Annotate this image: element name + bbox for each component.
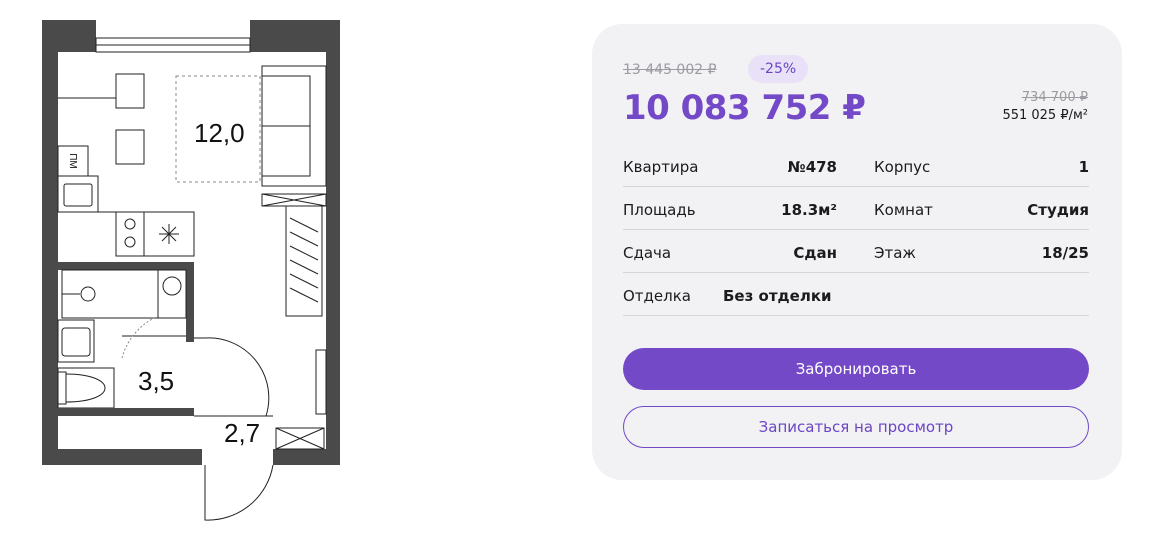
wall-bottom-left xyxy=(42,449,202,465)
offer-card: 13 445 002 ₽ -25% 10 083 752 ₽ 734 700 ₽… xyxy=(592,24,1122,480)
detail-row-finish: Отделка Без отделки xyxy=(623,273,1089,316)
wall-left xyxy=(42,20,58,465)
old-price-per-sqm: 734 700 ₽ xyxy=(1021,90,1088,105)
detail-label: Площадь xyxy=(623,201,696,219)
detail-value: №478 xyxy=(787,158,837,176)
wall-bottom-right xyxy=(273,449,340,465)
room-area-bath: 3,5 xyxy=(138,366,174,396)
schedule-viewing-button[interactable]: Записаться на просмотр xyxy=(623,406,1089,448)
floor-plan-drawing: ПМ 12,0 3,5 2,7 xyxy=(42,20,340,521)
window xyxy=(95,37,251,53)
current-price: 10 083 752 ₽ xyxy=(623,88,866,128)
detail-value: Сдан xyxy=(793,244,837,262)
detail-label: Отделка xyxy=(623,287,691,305)
detail-label: Корпус xyxy=(874,158,931,176)
room-area-hall: 2,7 xyxy=(224,418,260,448)
hall-door-arc xyxy=(194,337,270,417)
wall-bath-bottom xyxy=(58,408,194,416)
wall-bath-top xyxy=(58,262,194,270)
detail-row-area: Площадь 18.3м² Комнат Студия xyxy=(623,187,1089,230)
door-frame-right xyxy=(315,349,327,415)
bath-door-arc xyxy=(121,317,155,359)
detail-label: Сдача xyxy=(623,244,672,262)
discount-badge: -25% xyxy=(748,55,809,83)
detail-value: 1 xyxy=(1078,158,1089,176)
room-area-living: 12,0 xyxy=(194,118,245,148)
wall-top-left xyxy=(42,20,96,52)
fan-symbol xyxy=(159,224,179,244)
detail-value: 18/25 xyxy=(1041,244,1089,262)
detail-row-delivery: Сдача Сдан Этаж 18/25 xyxy=(623,230,1089,273)
floor-plan: ПМ 12,0 3,5 2,7 xyxy=(40,18,340,528)
entrance-door-arc xyxy=(204,464,274,521)
wall-right xyxy=(326,20,340,465)
detail-label: Квартира xyxy=(623,158,699,176)
detail-row-apartment: Квартира №478 Корпус 1 xyxy=(623,144,1089,187)
chair-1 xyxy=(115,73,145,109)
old-price: 13 445 002 ₽ xyxy=(623,62,717,78)
detail-value: Студия xyxy=(1027,201,1089,219)
detail-label: Этаж xyxy=(874,244,916,262)
chair-2 xyxy=(115,129,145,165)
wall-bath-right xyxy=(186,262,194,342)
fridge-label: ПМ xyxy=(67,153,78,169)
price-per-sqm: 551 025 ₽/м² xyxy=(1002,108,1088,123)
detail-value: 18.3м² xyxy=(781,201,837,219)
detail-label: Комнат xyxy=(874,201,933,219)
book-button[interactable]: Забронировать xyxy=(623,348,1089,390)
detail-value: Без отделки xyxy=(723,287,832,305)
